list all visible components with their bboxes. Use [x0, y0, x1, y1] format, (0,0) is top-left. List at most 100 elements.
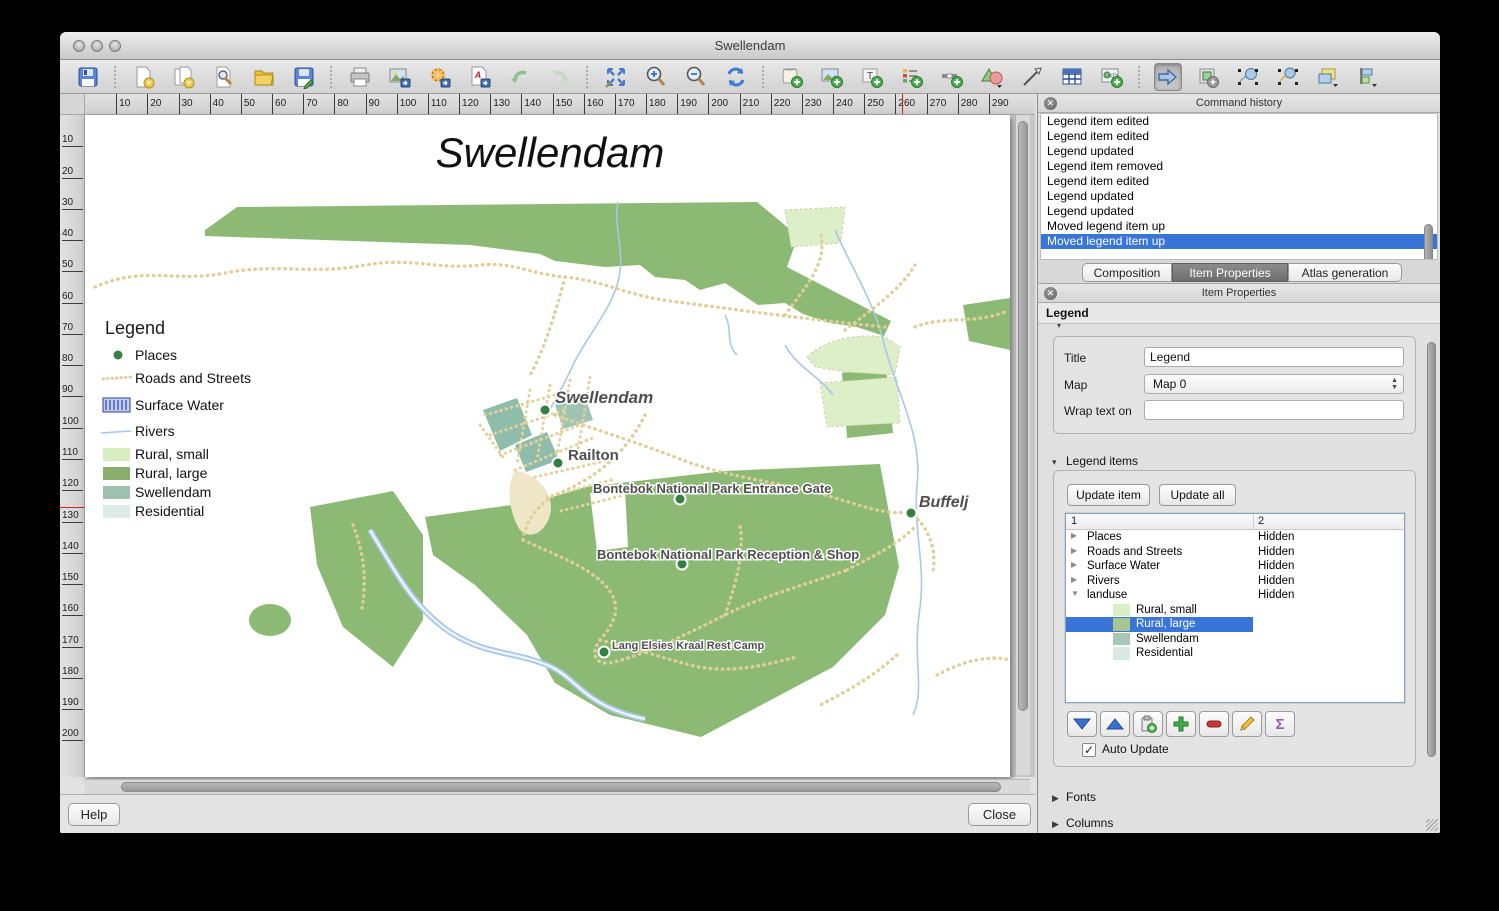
tree-row[interactable]: ▶ Places Hidden — [1066, 530, 1404, 545]
columns-section[interactable]: ▶ Columns — [1052, 816, 1113, 830]
list-item[interactable]: Legend updated — [1041, 144, 1437, 159]
svg-text:Swellendam: Swellendam — [135, 484, 211, 500]
canvas-horizontal-scrollbar[interactable] — [85, 779, 1030, 794]
list-item[interactable]: Legend item edited — [1041, 129, 1437, 144]
save-as-template-icon[interactable] — [290, 63, 318, 91]
expand-icon[interactable]: ▶ — [1071, 546, 1077, 555]
add-legend-icon[interactable] — [898, 63, 926, 91]
item-properties-scrollbar[interactable] — [1427, 342, 1436, 757]
export-svg-icon[interactable] — [426, 63, 454, 91]
expand-icon[interactable]: ▶ — [1071, 560, 1077, 569]
add-item-button[interactable] — [1166, 711, 1196, 737]
help-button[interactable]: Help — [68, 803, 120, 826]
select-move-item-icon[interactable] — [1154, 62, 1182, 91]
expand-icon[interactable]: ▶ — [1071, 531, 1077, 540]
list-item-selected[interactable]: Moved legend item up — [1041, 234, 1437, 249]
duplicate-composition-icon[interactable]: ✳ — [170, 63, 198, 91]
update-item-button[interactable]: Update item — [1067, 484, 1150, 506]
main-properties-section-label[interactable]: ▾ Main properties — [1056, 324, 1148, 333]
tree-row[interactable]: Swellendam — [1066, 632, 1404, 647]
refresh-icon[interactable] — [722, 63, 750, 91]
export-pdf-icon[interactable]: A — [466, 63, 494, 91]
add-label-icon[interactable]: T — [858, 63, 886, 91]
new-composition-icon[interactable]: ✳ — [130, 63, 158, 91]
tree-row[interactable]: ▼ landuse Hidden — [1066, 588, 1404, 603]
ruler-tick: 70 — [62, 322, 83, 335]
add-arrow-icon[interactable] — [1018, 63, 1046, 91]
zoom-full-icon[interactable] — [602, 63, 630, 91]
legend-items-section-label[interactable]: ▾ Legend items — [1052, 454, 1138, 468]
edit-nodes-item-icon[interactable] — [1234, 63, 1262, 91]
add-map-icon[interactable] — [778, 63, 806, 91]
export-image-icon[interactable] — [386, 63, 414, 91]
ruler-tick: 110 — [62, 447, 83, 460]
select-items-icon[interactable] — [1274, 63, 1302, 91]
composer-manager-icon[interactable] — [210, 63, 238, 91]
map-select[interactable]: Map 0 ▲ ▼ — [1144, 374, 1404, 394]
svg-text:Rural, small: Rural, small — [135, 446, 209, 462]
list-item[interactable]: Legend item removed — [1041, 159, 1437, 174]
count-features-button[interactable]: Σ — [1265, 711, 1295, 737]
update-all-button[interactable]: Update all — [1159, 484, 1236, 506]
title-input[interactable]: Legend — [1144, 347, 1404, 367]
tree-row[interactable]: ▶ Roads and Streets Hidden — [1066, 545, 1404, 560]
add-attribute-table-icon[interactable] — [1058, 63, 1086, 91]
collapse-icon[interactable]: ▼ — [1071, 589, 1079, 598]
save-icon[interactable] — [74, 63, 102, 91]
remove-item-button[interactable] — [1199, 711, 1229, 737]
tab-composition[interactable]: Composition — [1082, 263, 1172, 282]
expand-icon[interactable]: ▶ — [1071, 575, 1077, 584]
list-item[interactable]: Moved legend item up — [1041, 219, 1437, 234]
edit-item-button[interactable] — [1232, 711, 1262, 737]
move-item-content-icon[interactable] — [1194, 63, 1222, 91]
command-history-list[interactable]: Legend item edited Legend item edited Le… — [1040, 113, 1438, 260]
legend-items-tree[interactable]: 1 2 ▶ Places Hidden ▶ Roads and Streets Hidd… — [1065, 513, 1405, 703]
add-html-icon[interactable]: </> — [1098, 63, 1126, 91]
item-properties-content: ▾ Main properties Title Legend Map Map 0… — [1038, 324, 1440, 833]
composition-canvas[interactable]: Swellendam Railton Bontebok National Par… — [85, 115, 1035, 777]
move-item-down-button[interactable] — [1067, 711, 1097, 737]
close-panel-icon[interactable]: ✕ — [1044, 97, 1057, 110]
toolbar-separator — [114, 65, 118, 88]
add-group-button[interactable] — [1133, 711, 1163, 737]
align-items-icon[interactable] — [1354, 63, 1382, 91]
tree-row[interactable]: ▶ Rivers Hidden — [1066, 574, 1404, 589]
list-item[interactable]: Legend item edited — [1041, 174, 1437, 189]
redo-icon[interactable] — [546, 63, 574, 91]
wrap-text-input[interactable] — [1144, 400, 1404, 420]
move-item-up-button[interactable] — [1100, 711, 1130, 737]
print-icon[interactable] — [346, 63, 374, 91]
list-item[interactable]: Legend updated — [1041, 189, 1437, 204]
zoom-out-icon[interactable] — [682, 63, 710, 91]
list-item[interactable]: Legend item edited — [1041, 114, 1437, 129]
open-icon[interactable] — [250, 63, 278, 91]
add-scalebar-icon[interactable] — [938, 63, 966, 91]
list-item[interactable]: Legend updated — [1041, 204, 1437, 219]
raise-lower-items-icon[interactable] — [1314, 63, 1342, 91]
canvas-vertical-scrollbar[interactable] — [1015, 115, 1030, 775]
tree-row[interactable]: Rural, small — [1066, 603, 1404, 618]
ruler-tick: 50 — [62, 259, 83, 273]
command-history-scrollbar[interactable] — [1424, 224, 1433, 259]
auto-update-checkbox[interactable]: ✓ — [1082, 743, 1096, 757]
map-legend: Legend Places Roads and Streets Surface … — [100, 318, 251, 519]
composition-page[interactable]: Swellendam Railton Bontebok National Par… — [85, 115, 1012, 777]
tree-row[interactable]: Residential — [1066, 646, 1404, 661]
zoom-in-icon[interactable] — [642, 63, 670, 91]
map-item[interactable]: Swellendam Railton Bontebok National Par… — [85, 115, 1012, 777]
stepper-arrows-icon: ▲ ▼ — [1391, 377, 1398, 391]
tree-row-selected[interactable]: Rural, large — [1066, 617, 1404, 632]
close-button[interactable]: Close — [968, 803, 1031, 826]
tab-item-properties[interactable]: Item Properties — [1172, 263, 1288, 282]
add-image-icon[interactable] — [818, 63, 846, 91]
item-type-label: Legend — [1038, 303, 1440, 324]
close-panel-icon[interactable]: ✕ — [1044, 287, 1057, 300]
fonts-section[interactable]: ▶ Fonts — [1052, 790, 1096, 804]
top-ruler: 10 20 30 40 50 60 70 80 90 100 110 120 130 140 150 160 1… — [85, 94, 1035, 115]
add-shape-icon[interactable] — [978, 63, 1006, 91]
tab-atlas-generation[interactable]: Atlas generation — [1288, 263, 1402, 282]
undo-icon[interactable] — [506, 63, 534, 91]
svg-text:Lang Elsies Kraal Rest Camp: Lang Elsies Kraal Rest Camp — [612, 640, 765, 652]
tree-row[interactable]: ▶ Surface Water Hidden — [1066, 559, 1404, 574]
resize-grip[interactable] — [1426, 819, 1438, 831]
